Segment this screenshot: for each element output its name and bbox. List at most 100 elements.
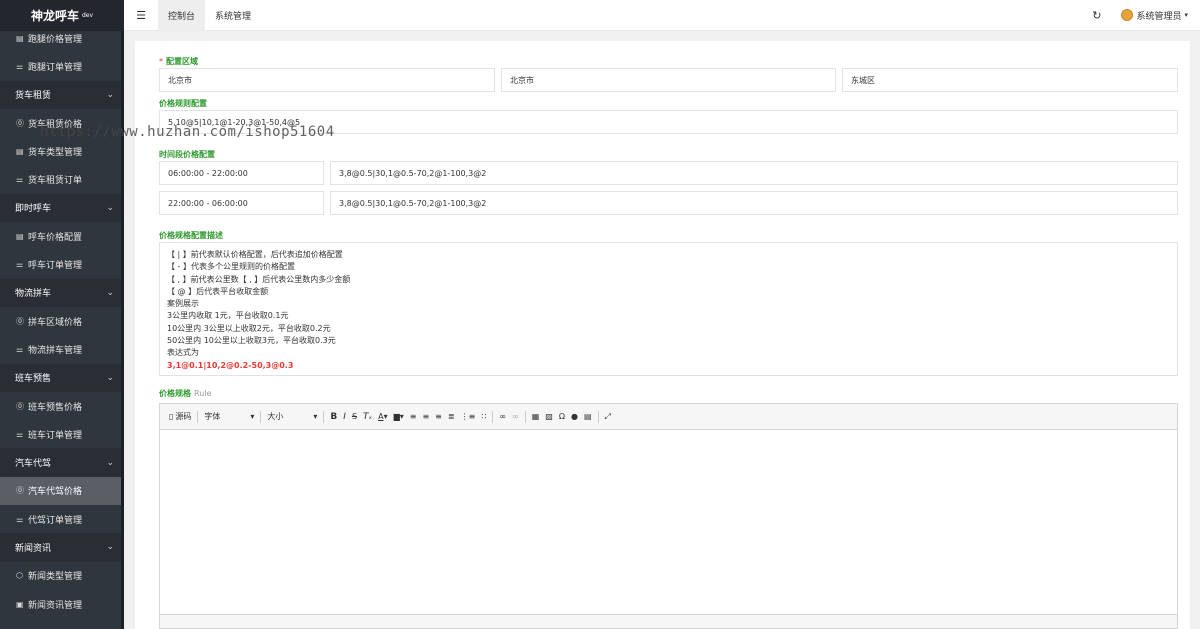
user-menu[interactable]: 系统管理员 ▾: [1121, 9, 1188, 22]
sidebar-item[interactable]: ▣ 新闻资讯管理: [0, 590, 124, 618]
city-select[interactable]: 北京市: [501, 68, 836, 92]
sidebar-item[interactable]: ▤ 呼车价格配置: [0, 222, 124, 250]
sidebar-item-label: 拼车区域价格: [28, 317, 83, 328]
font-color-icon[interactable]: A ▾: [375, 412, 391, 421]
sidebar-item[interactable]: ⓪ 汽车代驾价格: [0, 476, 124, 506]
topbar: ☰ 控制台 系统管理 ↻ 系统管理员 ▾: [124, 0, 1200, 31]
sidebar-item[interactable]: ⚌ 货车租赁订单: [0, 165, 124, 193]
align-left-icon[interactable]: ≡: [407, 412, 420, 421]
sidebar-group[interactable]: 货车租赁 ⌄: [0, 80, 124, 109]
special-char-icon[interactable]: Ω: [556, 412, 568, 421]
list-icon: ▤: [16, 231, 24, 241]
source-button[interactable]: ▯ 源码: [166, 411, 194, 422]
province-select[interactable]: 北京市: [159, 68, 495, 92]
filter-icon: ⚌: [16, 260, 24, 270]
sidebar-group[interactable]: 物流拼车 ⌄: [0, 278, 124, 307]
size-select[interactable]: 大小 ▾: [264, 411, 320, 422]
sidebar-group[interactable]: 汽车代驾 ⌄: [0, 448, 124, 477]
chevron-down-icon: ▾: [313, 412, 318, 421]
sidebar-item[interactable]: ⚌ 物流拼车管理: [0, 335, 124, 363]
sidebar-item[interactable]: ⬡ 新闻类型管理: [0, 562, 124, 590]
region-label: * 配置区域: [159, 57, 198, 66]
numbered-list-icon[interactable]: ⋮≡: [458, 412, 479, 421]
formula-example: 3,1@0.1|10,2@0.2-50,3@0.3: [167, 360, 294, 370]
bold-icon[interactable]: B: [327, 412, 340, 422]
sidebar-item-label: 物流拼车管理: [28, 345, 83, 356]
clear-format-icon[interactable]: Tₓ: [360, 412, 375, 422]
user-name: 系统管理员: [1136, 11, 1182, 22]
filter-icon: ⚌: [16, 514, 24, 524]
sidebar-group-label: 物流拼车: [15, 289, 52, 300]
sidebar-group-label: 即时呼车: [15, 204, 52, 215]
sidebar-item-label: 呼车订单管理: [28, 261, 83, 272]
bullet-list-icon[interactable]: ∷: [478, 412, 489, 421]
sidebar-group[interactable]: 新闻资讯 ⌄: [0, 533, 124, 562]
desc-line: 【 @ 】后代表平台收取金额: [167, 286, 269, 296]
sidebar-item[interactable]: ⚌ 班车订单管理: [0, 420, 124, 448]
fullscreen-icon[interactable]: ⤢: [602, 412, 614, 422]
chevron-down-icon: ⌄: [106, 542, 114, 553]
chevron-down-icon: ⌄: [106, 89, 114, 100]
sidebar-item[interactable]: ▤ 货车类型管理: [0, 137, 124, 165]
menu-toggle-icon[interactable]: ☰: [124, 9, 158, 22]
desc-label: 价格规格配置描述: [159, 231, 223, 240]
align-right-icon[interactable]: ≡: [432, 412, 445, 421]
sidebar-item[interactable]: ⚌ 代驾订单管理: [0, 505, 124, 533]
district-select[interactable]: 东城区: [842, 68, 1178, 92]
sidebar-item-label: 班车预售价格: [28, 402, 83, 413]
price-rule-label: 价格规则配置: [159, 99, 207, 108]
link-icon[interactable]: ∞: [496, 412, 509, 421]
brand-logo[interactable]: 神龙呼车 dev: [0, 0, 124, 31]
editor-body[interactable]: [160, 430, 1177, 628]
rule-label: 价格规格 Rule: [159, 389, 212, 398]
tab-dashboard[interactable]: 控制台: [158, 0, 206, 31]
sidebar-item-label: 新闻类型管理: [28, 572, 83, 583]
unlink-icon[interactable]: ∞: [509, 412, 522, 421]
sidebar-scrollbar[interactable]: [121, 31, 124, 629]
italic-icon[interactable]: I: [340, 412, 349, 422]
chevron-down-icon: ⌄: [106, 287, 114, 298]
table-icon[interactable]: ▦: [529, 412, 543, 421]
editor-toolbar: ▯ 源码 字体 ▾ 大小 ▾ B I S Tₓ A ▾ ▆▾ ≡ ≡ ≡ ≣ ⋮≡ ∷ …: [160, 404, 1177, 430]
sidebar: ▤ 跑腿价格管理 ⚌ 跑腿订单管理 货车租赁 ⌄ ⓪ 货车租赁价格 ▤ 货车类型管理 ⚌ 货车租赁订单…: [0, 0, 124, 629]
sidebar-item[interactable]: ⚌ 呼车订单管理: [0, 250, 124, 278]
source-icon: ▯: [169, 412, 174, 421]
sidebar-item[interactable]: ⓪ 班车预售价格: [0, 392, 124, 420]
sidebar-item-label: 代驾订单管理: [28, 515, 83, 526]
strikethrough-icon[interactable]: S: [349, 412, 360, 421]
editor-statusbar: [160, 614, 1177, 628]
sidebar-item-label: 跑腿价格管理: [28, 34, 83, 45]
list-icon: ▤: [16, 146, 24, 156]
code-icon[interactable]: ▤: [581, 412, 595, 421]
sidebar-item[interactable]: ⚌ 跑腿订单管理: [0, 52, 124, 80]
filter-icon: ⚌: [16, 61, 24, 71]
chevron-down-icon: ▾: [250, 412, 255, 421]
desc-line: 案例展示: [167, 299, 199, 309]
sidebar-group[interactable]: 班车预售 ⌄: [0, 363, 124, 392]
align-justify-icon[interactable]: ≣: [445, 412, 458, 421]
time-rule-input-2[interactable]: 3,8@0.5|30,1@0.5-70,2@1-100,3@2: [330, 191, 1178, 215]
emoji-icon[interactable]: ●: [568, 412, 581, 421]
time-range-input-2[interactable]: 22:00:00 - 06:00:00: [159, 191, 324, 215]
sidebar-item-label: 呼车价格配置: [28, 232, 83, 243]
sidebar-item-label: 货车类型管理: [28, 147, 83, 158]
font-select[interactable]: 字体 ▾: [201, 411, 257, 422]
dollar-icon: ⓪: [16, 118, 24, 128]
time-rule-input-1[interactable]: 3,8@0.5|30,1@0.5-70,2@1-100,3@2: [330, 161, 1178, 185]
sidebar-group-label: 新闻资讯: [15, 543, 52, 554]
refresh-icon[interactable]: ↻: [1092, 9, 1101, 22]
watermark-text: https://www.huzhan.com/ishop51604: [40, 124, 335, 140]
time-range-input-1[interactable]: 06:00:00 - 22:00:00: [159, 161, 324, 185]
sidebar-group[interactable]: 即时呼车 ⌄: [0, 193, 124, 223]
align-center-icon[interactable]: ≡: [419, 412, 432, 421]
chevron-down-icon: ⌄: [106, 372, 114, 383]
tab-system[interactable]: 系统管理: [205, 0, 261, 31]
price-description: 【 | 】前代表默认价格配置，后代表追加价格配置【 - 】代表多个公里规则的价格…: [159, 242, 1178, 376]
brand-name: 神龙呼车: [30, 9, 79, 23]
sidebar-item-label: 新闻资讯管理: [28, 600, 83, 611]
image-icon[interactable]: ▨: [542, 412, 556, 421]
sidebar-item[interactable]: ⓪ 拼车区域价格: [0, 307, 124, 335]
sidebar-item-label: 跑腿订单管理: [28, 62, 83, 73]
dollar-icon: ⓪: [16, 486, 24, 496]
background-color-icon[interactable]: ▆▾: [391, 412, 407, 421]
